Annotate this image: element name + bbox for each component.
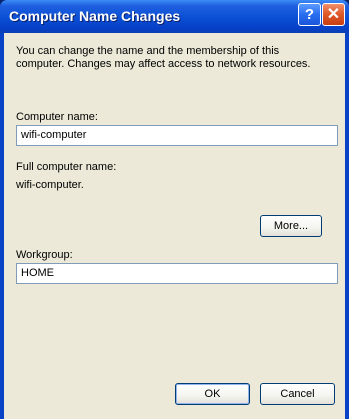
- help-icon: ?: [304, 6, 315, 23]
- close-button[interactable]: ✕: [322, 3, 345, 26]
- dialog-window: Computer Name Changes ? ✕ You can change…: [0, 0, 349, 419]
- close-icon: ✕: [326, 6, 341, 23]
- dialog-title: Computer Name Changes: [9, 8, 181, 24]
- computer-name-input[interactable]: wifi-computer: [16, 125, 338, 146]
- full-computer-name-label: Full computer name:: [16, 161, 117, 173]
- more-button[interactable]: More...: [260, 215, 322, 237]
- cancel-button[interactable]: Cancel: [260, 383, 335, 405]
- help-button[interactable]: ?: [298, 3, 321, 26]
- workgroup-label: Workgroup:: [16, 249, 73, 261]
- dialog-body: You can change the name and the membersh…: [4, 33, 345, 419]
- description-line-2: computer. Changes may affect access to n…: [16, 58, 311, 70]
- computer-name-label: Computer name:: [16, 111, 98, 123]
- workgroup-input[interactable]: HOME: [16, 263, 338, 284]
- ok-button[interactable]: OK: [175, 383, 250, 405]
- description-text: You can change the name and the membersh…: [16, 45, 338, 71]
- full-computer-name-value: wifi-computer.: [16, 179, 84, 191]
- title-bar[interactable]: Computer Name Changes ? ✕: [0, 0, 349, 33]
- description-line-1: You can change the name and the membersh…: [16, 45, 280, 57]
